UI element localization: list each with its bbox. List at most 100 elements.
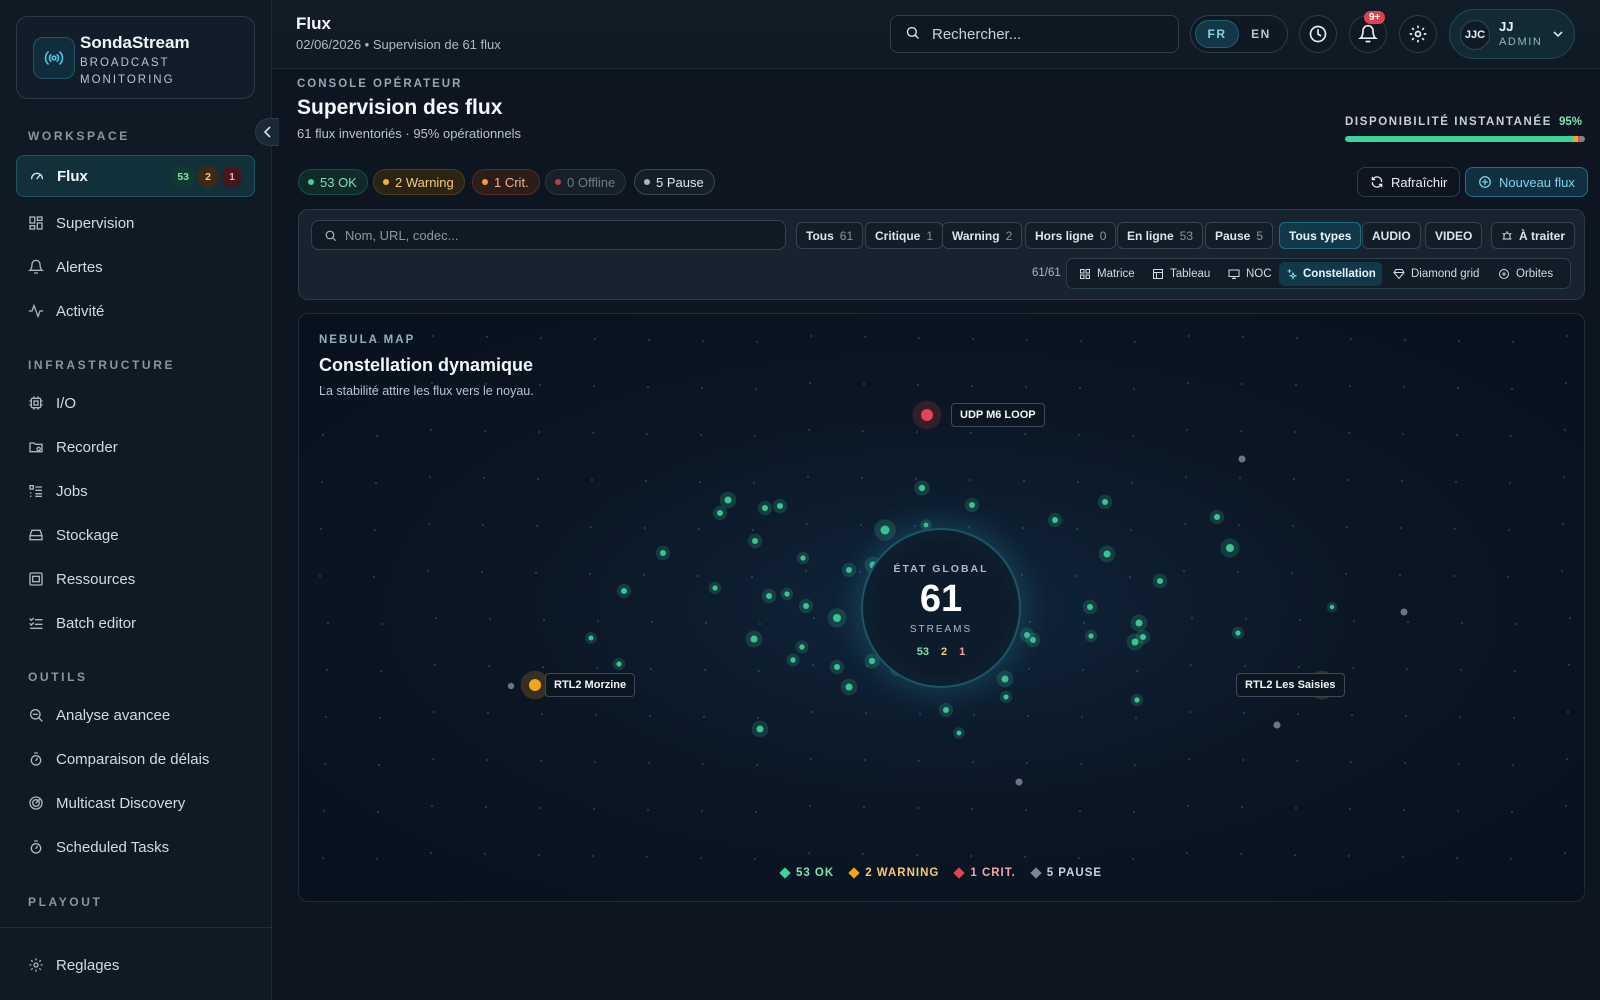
chip-warning[interactable]: 2 Warning (373, 169, 465, 195)
filter-pause-button[interactable]: Pause 5 (1205, 222, 1274, 249)
stream-node-warning[interactable] (529, 679, 541, 691)
sidebar-item-multicast[interactable]: Multicast Discovery (16, 782, 255, 824)
view-constellation-button[interactable]: Constellation (1279, 262, 1382, 286)
stream-node-ok[interactable] (1087, 604, 1093, 610)
sidebar-item-ressources[interactable]: Ressources (16, 558, 255, 600)
view-orbites-button[interactable]: Orbites (1492, 262, 1559, 286)
stream-node-ok[interactable] (923, 522, 929, 528)
stream-node-pause[interactable] (1273, 721, 1281, 729)
stream-node-ok[interactable] (1157, 578, 1163, 584)
view-noc-button[interactable]: NOC (1222, 262, 1278, 286)
view-tableau-button[interactable]: Tableau (1146, 262, 1216, 286)
sidebar-item-stockage[interactable]: Stockage (16, 514, 255, 556)
settings-button[interactable] (1399, 15, 1437, 53)
stream-node-ok[interactable] (1214, 514, 1220, 520)
stream-node-ok[interactable] (1140, 634, 1146, 640)
history-button[interactable] (1299, 15, 1337, 53)
stream-node-ok[interactable] (799, 644, 805, 650)
filter-offline-button[interactable]: Hors ligne 0 (1025, 222, 1117, 249)
lang-en-button[interactable]: EN (1239, 20, 1283, 48)
stream-node-ok[interactable] (880, 525, 890, 535)
sidebar-item-jobs[interactable]: Jobs (16, 470, 255, 512)
stream-node-ok[interactable] (724, 496, 732, 504)
chip-ok[interactable]: 53 OK (298, 169, 368, 195)
sidebar-item-analyse[interactable]: Analyse avancee (16, 694, 255, 736)
stream-node-ok[interactable] (717, 510, 723, 516)
stream-node-ok[interactable] (660, 550, 666, 556)
sidebar-item-activite[interactable]: Activité (16, 290, 255, 332)
stream-node-ok[interactable] (1135, 619, 1143, 627)
stream-node-ok[interactable] (1329, 604, 1335, 610)
sidebar-item-recorder[interactable]: Recorder (16, 426, 255, 468)
stream-node-ok[interactable] (762, 505, 768, 511)
stream-tag-rtl2-morzine[interactable]: RTL2 Morzine (545, 673, 636, 697)
stream-node-ok[interactable] (833, 614, 841, 622)
stream-node-ok[interactable] (621, 588, 627, 594)
filter-critical-button[interactable]: Critique 1 (865, 222, 944, 249)
stream-node-ok[interactable] (750, 635, 758, 643)
stream-node-ok[interactable] (800, 555, 806, 561)
stream-node-ok[interactable] (712, 585, 718, 591)
sidebar-item-alertes[interactable]: Alertes (16, 246, 255, 288)
stream-node-ok[interactable] (918, 484, 926, 492)
stream-tag-udp-m6-loop[interactable]: UDP M6 LOOP (951, 403, 1045, 427)
chip-pause[interactable]: 5 Pause (634, 169, 715, 195)
sidebar-item-io[interactable]: I/O (16, 382, 255, 424)
brand-card[interactable]: SondaStream BROADCAST MONITORING (16, 16, 255, 99)
filter-search-input[interactable]: Nom, URL, codec... (311, 220, 786, 250)
filter-all-button[interactable]: Tous 61 (796, 222, 864, 249)
stream-node-pause[interactable] (507, 682, 515, 690)
stream-node-ok[interactable] (752, 538, 758, 544)
stream-node-ok[interactable] (616, 661, 622, 667)
stream-node-ok[interactable] (846, 567, 852, 573)
stream-node-ok[interactable] (784, 591, 790, 597)
stream-node-ok[interactable] (1088, 633, 1094, 639)
stream-node-ok[interactable] (777, 503, 783, 509)
stream-node-ok[interactable] (943, 707, 949, 713)
stream-node-ok[interactable] (756, 725, 764, 733)
view-matrice-button[interactable]: Matrice (1073, 262, 1141, 286)
stream-node-ok[interactable] (1134, 697, 1140, 703)
sidebar-item-reglages[interactable]: Reglages (16, 944, 255, 986)
stream-node-ok[interactable] (1001, 675, 1009, 683)
stream-node-ok[interactable] (790, 657, 796, 663)
sidebar-item-supervision[interactable]: Supervision (16, 202, 255, 244)
stream-node-ok[interactable] (766, 593, 772, 599)
stream-node-critical[interactable] (921, 409, 933, 421)
stream-node-pause[interactable] (1400, 608, 1408, 616)
new-flux-button[interactable]: Nouveau flux (1465, 167, 1588, 197)
type-video-button[interactable]: VIDEO (1425, 222, 1483, 249)
sidebar-item-scheduled[interactable]: Scheduled Tasks (16, 826, 255, 868)
todo-button[interactable]: À traiter (1491, 222, 1576, 249)
stream-node-pause[interactable] (1238, 455, 1246, 463)
stream-node-ok[interactable] (588, 635, 594, 641)
filter-online-button[interactable]: En ligne 53 (1117, 222, 1204, 249)
user-menu[interactable]: JJC JJ ADMIN (1449, 9, 1575, 59)
chip-critical[interactable]: 1 Crit. (472, 169, 540, 195)
stream-node-ok[interactable] (1226, 544, 1234, 552)
refresh-button[interactable]: Rafraîchir (1357, 167, 1461, 197)
stream-node-ok[interactable] (834, 664, 840, 670)
collapse-sidebar-button[interactable] (255, 118, 279, 146)
filter-warning-button[interactable]: Warning 2 (942, 222, 1023, 249)
type-all-button[interactable]: Tous types (1279, 222, 1362, 249)
stream-node-ok[interactable] (969, 502, 975, 508)
stream-node-ok[interactable] (845, 683, 853, 691)
global-state-core[interactable]: ÉTAT GLOBAL 61 STREAMS 53 2 1 (861, 528, 1021, 688)
stream-node-ok[interactable] (1102, 499, 1108, 505)
stream-node-ok[interactable] (803, 603, 809, 609)
sidebar-item-batch-editor[interactable]: Batch editor (16, 602, 255, 644)
lang-fr-button[interactable]: FR (1195, 20, 1239, 48)
stream-tag-rtl2-les-saisies[interactable]: RTL2 Les Saisies (1236, 673, 1345, 697)
sidebar-item-comparaison[interactable]: Comparaison de délais (16, 738, 255, 780)
language-switch[interactable]: FR EN (1190, 15, 1288, 53)
view-diamond-grid-button[interactable]: Diamond grid (1387, 262, 1485, 286)
stream-node-ok[interactable] (1103, 550, 1111, 558)
stream-node-ok[interactable] (1024, 632, 1030, 638)
stream-node-ok[interactable] (956, 730, 962, 736)
type-audio-button[interactable]: AUDIO (1362, 222, 1421, 249)
sidebar-item-flux[interactable]: Flux 53 2 1 (16, 155, 255, 197)
global-search-input[interactable]: Rechercher... (890, 15, 1179, 53)
stream-node-ok[interactable] (868, 657, 876, 665)
stream-node-ok[interactable] (1003, 694, 1009, 700)
